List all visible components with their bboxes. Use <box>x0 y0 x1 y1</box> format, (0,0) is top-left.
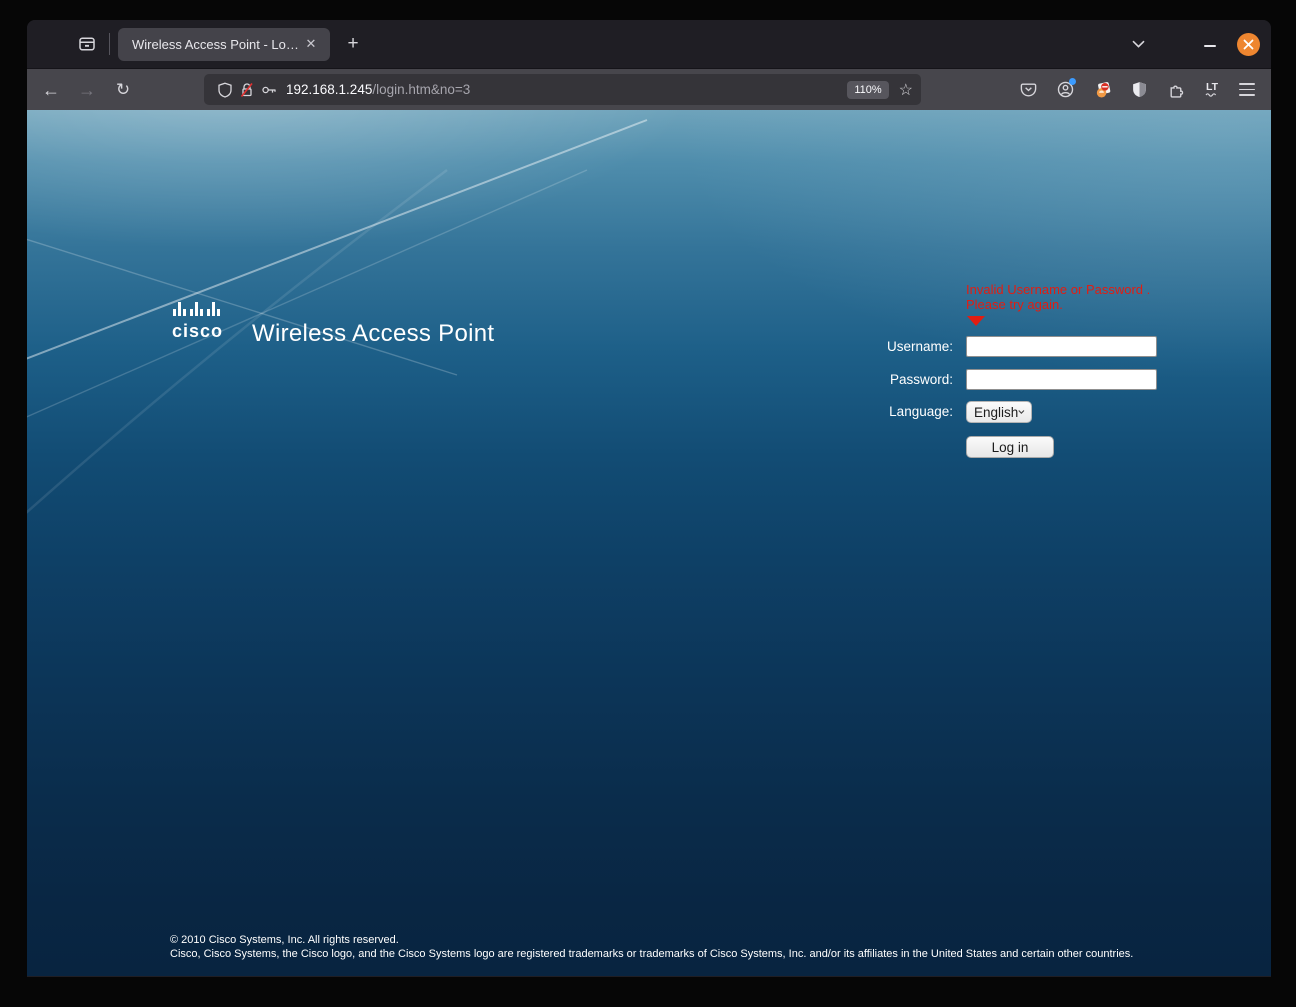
tab-wireless-access-point[interactable]: Wireless Access Point - Login ✕ <box>118 28 330 61</box>
language-select[interactable]: English <box>966 401 1032 423</box>
zoom-level-indicator[interactable]: 110% <box>847 81 888 99</box>
reload-button[interactable]: ↻ <box>108 75 138 105</box>
background-streaks <box>27 110 1271 976</box>
firefox-view-button[interactable] <box>71 28 103 60</box>
page-content: cisco Wireless Access Point Invalid User… <box>27 110 1271 976</box>
password-field[interactable] <box>966 369 1157 390</box>
language-label: Language: <box>793 401 953 423</box>
login-button[interactable]: Log in <box>966 436 1054 458</box>
minimize-button[interactable] <box>1195 29 1225 59</box>
cisco-bridge-bars <box>173 302 220 316</box>
error-line-2: Please try again. <box>966 297 1150 312</box>
languagetool-label: LT <box>1206 83 1218 92</box>
shield-extension-icon[interactable] <box>1131 81 1148 98</box>
close-window-button[interactable] <box>1237 33 1260 56</box>
minimize-icon <box>1204 45 1216 47</box>
tab-title: Wireless Access Point - Login <box>132 37 300 52</box>
footer-trademark: Cisco, Cisco Systems, the Cisco logo, an… <box>170 948 1133 962</box>
cisco-logo: cisco <box>171 299 235 343</box>
url-text: 192.168.1.245/login.htm&no=3 <box>286 82 847 97</box>
page-footer: © 2010 Cisco Systems, Inc. All rights re… <box>170 934 1133 961</box>
firefox-view-icon <box>78 35 96 53</box>
password-label: Password: <box>793 369 953 391</box>
url-bar[interactable]: 192.168.1.245/login.htm&no=3 110% ☆ <box>204 74 921 105</box>
footer-copyright: © 2010 Cisco Systems, Inc. All rights re… <box>170 934 1133 948</box>
account-notification-dot <box>1069 78 1076 85</box>
key-icon[interactable] <box>258 79 280 101</box>
url-path: /login.htm&no=3 <box>372 82 470 97</box>
back-button[interactable]: ← <box>36 75 66 105</box>
navigation-toolbar: ← → ↻ <box>27 68 1271 110</box>
error-message: Invalid Username or Password . Please tr… <box>966 282 1150 312</box>
page-title: Wireless Access Point <box>252 320 494 348</box>
account-icon[interactable] <box>1057 81 1074 98</box>
chevron-down-icon <box>1132 40 1145 48</box>
tab-separator <box>109 33 110 55</box>
toolbar-icon-group: LT <box>1020 81 1271 98</box>
new-tab-button[interactable]: + <box>338 29 368 59</box>
tab-list-chevron-button[interactable] <box>1123 29 1153 59</box>
desktop-background: Wireless Access Point - Login ✕ + ← <box>0 0 1296 1007</box>
menu-hamburger-icon[interactable] <box>1239 83 1255 95</box>
bookmark-star-icon[interactable]: ☆ <box>899 80 913 100</box>
languagetool-extension-icon[interactable]: LT <box>1205 83 1219 97</box>
username-field[interactable] <box>966 336 1157 357</box>
cisco-wordmark: cisco <box>172 321 223 341</box>
username-label: Username: <box>793 336 953 358</box>
tab-close-icon[interactable]: ✕ <box>300 33 322 55</box>
forward-button[interactable]: → <box>72 75 102 105</box>
select-chevron-icon <box>1018 409 1025 415</box>
url-host: 192.168.1.245 <box>286 82 372 97</box>
tab-bar: Wireless Access Point - Login ✕ + <box>27 20 1271 68</box>
error-line-1: Invalid Username or Password . <box>966 282 1150 297</box>
adblocker-extension-icon[interactable] <box>1094 81 1111 98</box>
close-icon <box>1243 39 1254 50</box>
browser-window: Wireless Access Point - Login ✕ + ← <box>27 20 1271 977</box>
extensions-puzzle-icon[interactable] <box>1168 81 1185 98</box>
tracking-protection-shield-icon[interactable] <box>214 79 236 101</box>
insecure-lock-icon[interactable] <box>236 79 258 101</box>
error-arrow-icon <box>967 316 985 326</box>
pocket-icon[interactable] <box>1020 81 1037 98</box>
language-select-value: English <box>974 405 1018 420</box>
